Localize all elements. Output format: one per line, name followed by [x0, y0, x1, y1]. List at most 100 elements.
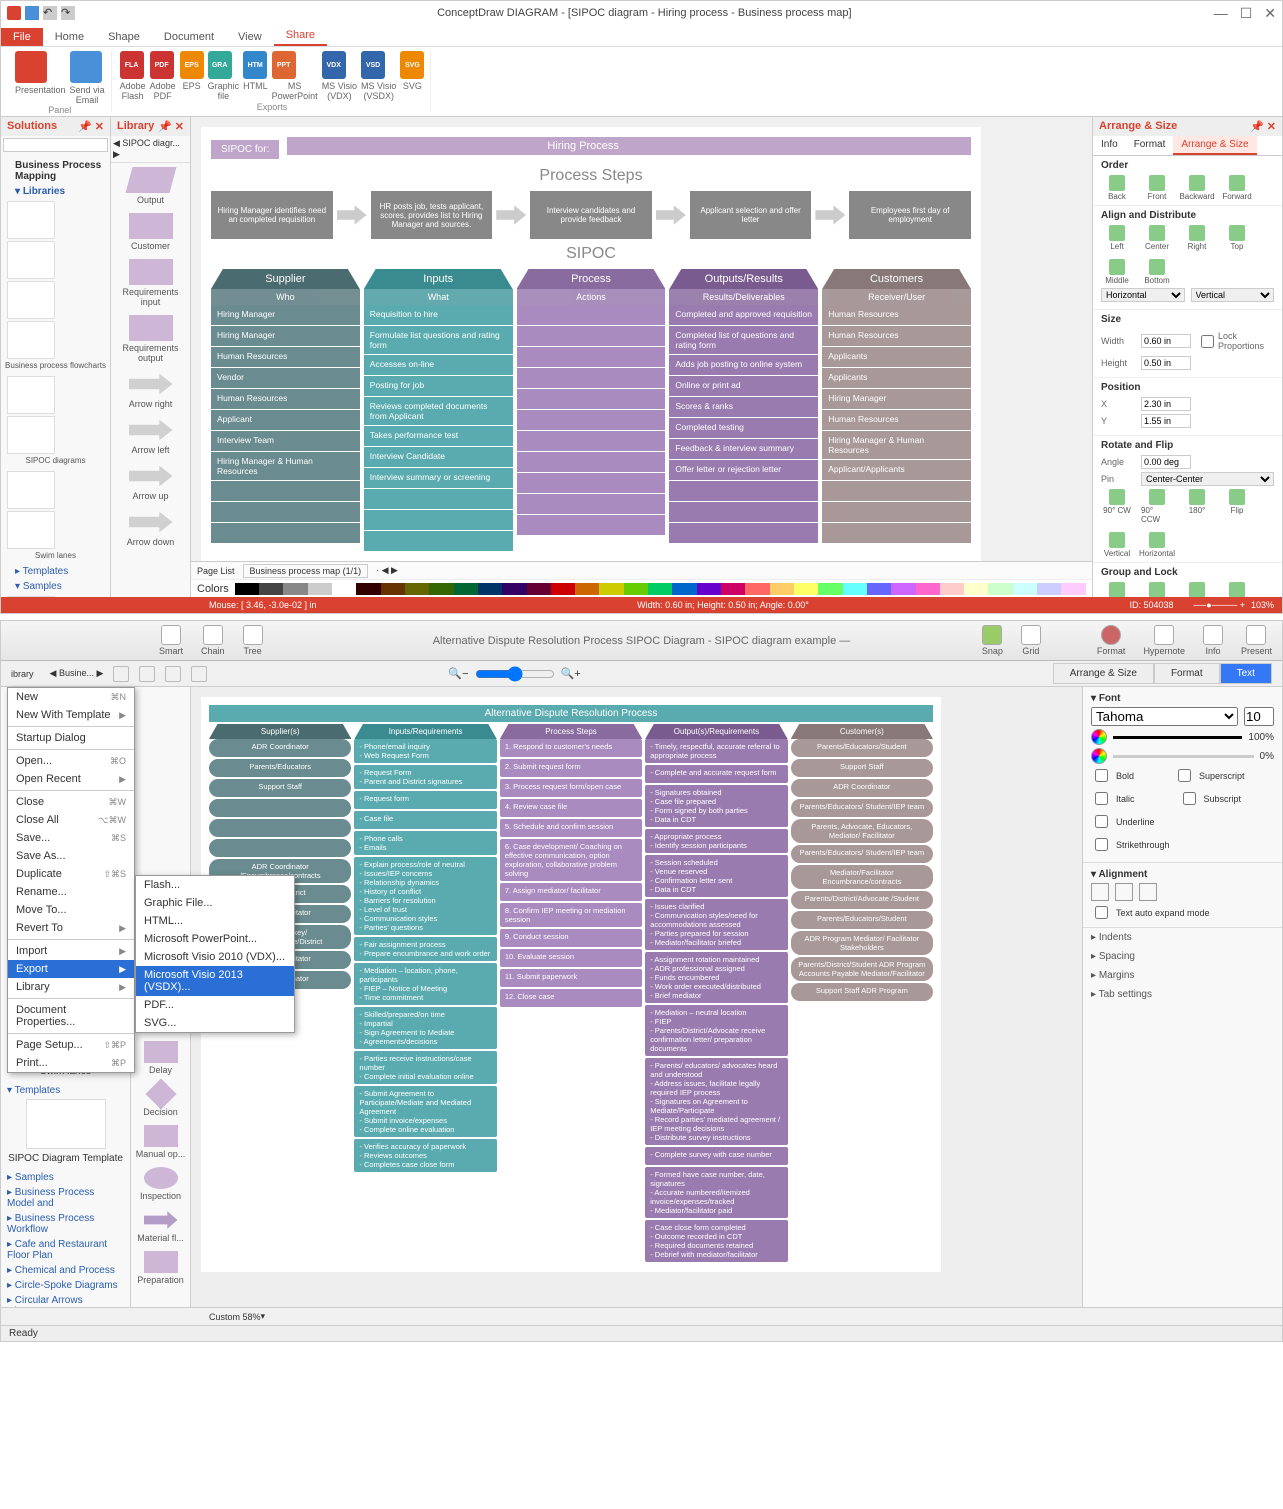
sipoc-cell[interactable]: Hiring Manager [822, 389, 971, 409]
zoom-out-icon[interactable]: 🔍− [448, 667, 468, 680]
adr-cell[interactable]: - Appropriate process - Identify session… [645, 829, 787, 853]
thumb-label-sipoc[interactable]: SIPOC diagrams [5, 456, 106, 465]
adr-cell[interactable]: ADR Program Mediator/ Facilitator Stakeh… [791, 931, 933, 955]
adr-cell[interactable]: - Phone calls - Emails [354, 831, 496, 855]
tab-format[interactable]: Format [1154, 663, 1220, 684]
insp-spacing[interactable]: Spacing [1083, 947, 1282, 966]
vertical-button[interactable]: Vertical [1101, 532, 1133, 558]
sipoc-cell[interactable]: Human Resources [822, 410, 971, 430]
save-icon[interactable] [25, 6, 39, 20]
color-swatch[interactable] [624, 583, 648, 595]
status-zoom-slider[interactable]: ──●──── + [1194, 600, 1245, 610]
adr-cell[interactable]: 2. Submit request form [500, 759, 642, 777]
thumb-label-bpf[interactable]: Business process flowcharts [5, 361, 106, 370]
color-swatch[interactable] [940, 583, 964, 595]
color-swatch[interactable] [697, 583, 721, 595]
sipoc-cell[interactable]: Scores & ranks [669, 397, 818, 417]
back-button[interactable]: Back [1101, 175, 1133, 201]
tab-format[interactable]: Format [1126, 136, 1174, 155]
tool-chain[interactable]: Chain [201, 625, 225, 656]
adr-cell[interactable]: - Signatures obtained - Case file prepar… [645, 785, 787, 827]
color-swatch[interactable] [599, 583, 623, 595]
menu-item-startupdialog[interactable]: Startup Dialog [8, 729, 134, 747]
export-item[interactable]: Microsoft PowerPoint... [136, 930, 294, 948]
tab-home[interactable]: Home [43, 28, 96, 46]
minimize-icon[interactable]: — [1214, 5, 1228, 22]
strike-checkbox[interactable]: Strikethrough [1091, 836, 1274, 853]
lock-proportions[interactable]: Lock Proportions [1197, 329, 1231, 353]
adr-cell[interactable]: ADR Coordinator [791, 779, 933, 797]
sol-samples[interactable]: ▸ Samples [1, 1170, 130, 1185]
lock-button[interactable]: Lock [1221, 582, 1253, 597]
group-button[interactable]: Group [1101, 582, 1133, 597]
adr-cell[interactable]: Support Staff ADR Program [791, 983, 933, 1001]
sipoc-cell[interactable]: Hiring Manager [211, 305, 360, 325]
adr-cell[interactable]: 11. Submit paperwork [500, 969, 642, 987]
menu-item-close[interactable]: Close⌘W [8, 793, 134, 811]
adr-cell[interactable]: Parents/Educators [209, 759, 351, 777]
mac-canvas[interactable]: Alternative Dispute Resolution Process S… [191, 687, 1082, 1307]
adr-cell[interactable] [209, 839, 351, 857]
sipoc-cell[interactable]: Applicants [822, 368, 971, 388]
thumb-label-swim[interactable]: Swim lanes [5, 551, 106, 560]
process-step[interactable]: HR posts job, tests applicant, scores, p… [371, 191, 493, 239]
adr-cell[interactable]: Parents, Advocate, Educators, Mediator/ … [791, 819, 933, 843]
tool-tree[interactable]: Tree [243, 625, 263, 656]
front-button[interactable]: Front [1141, 175, 1173, 201]
eps-export-button[interactable]: EPSEPS [180, 51, 204, 101]
adr-cell[interactable]: 12. Close case [500, 989, 642, 1007]
tool-format[interactable]: Format [1097, 625, 1126, 656]
pdf-export-button[interactable]: PDFAdobe PDF [150, 51, 176, 101]
tree-bpm[interactable]: Business Process Mapping [5, 158, 106, 184]
mac-lib-item[interactable]: Manual op... [131, 1125, 190, 1159]
export-item[interactable]: PDF... [136, 996, 294, 1014]
sipoc-cell[interactable]: Human Resources [822, 305, 971, 325]
sipoc-cell[interactable]: Interview Team [211, 431, 360, 451]
forward-button[interactable]: Forward [1221, 175, 1253, 201]
tool-pen[interactable] [191, 666, 207, 682]
height-input[interactable] [1141, 356, 1191, 370]
library-item[interactable]: Requirements input [115, 259, 186, 307]
adr-cell[interactable]: - Parties receive instructions/case numb… [354, 1051, 496, 1084]
redo-icon[interactable]: ↷ [61, 6, 75, 20]
menu-item-export[interactable]: Export▶ [8, 960, 134, 978]
zoom-in-icon[interactable]: 🔍+ [561, 667, 581, 680]
library-item[interactable]: Requirements output [115, 315, 186, 363]
menu-item-save[interactable]: Save...⌘S [8, 829, 134, 847]
library-item[interactable]: Customer [115, 213, 186, 251]
thumb[interactable] [7, 201, 55, 239]
adr-cell[interactable] [209, 799, 351, 817]
x-input[interactable] [1141, 397, 1191, 411]
adr-cell[interactable]: - Assignment rotation maintained - ADR p… [645, 952, 787, 1003]
sipoc-cell[interactable]: Completed and approved requisition [669, 305, 818, 325]
thumb[interactable] [7, 416, 55, 454]
adr-cell[interactable] [209, 819, 351, 837]
tool-info[interactable]: Info [1203, 625, 1223, 656]
adr-cell[interactable]: 3. Process request form/open case [500, 779, 642, 797]
adr-cell[interactable]: - Complete survey with case number [645, 1147, 787, 1165]
sipoc-cell[interactable]: Posting for job [364, 376, 513, 396]
zoom-dropdown[interactable]: Custom 58% [209, 1312, 261, 1322]
solution-link[interactable]: ▸ Circular Arrows Diagrams [1, 1293, 130, 1307]
tool-hypernote[interactable]: Hypernote [1143, 625, 1185, 656]
tree-samples[interactable]: ▾ Samples [5, 579, 106, 594]
page-nav[interactable]: · ◀ ▶ [376, 565, 398, 576]
export-item[interactable]: HTML... [136, 912, 294, 930]
library-item[interactable]: Arrow right [115, 371, 186, 409]
menu-item-new[interactable]: New⌘N [8, 688, 134, 706]
y-input[interactable] [1141, 414, 1191, 428]
color-swatch[interactable] [745, 583, 769, 595]
horiz-select[interactable]: Horizontal [1101, 288, 1185, 302]
solution-link[interactable]: ▸ Business Process Workflow [1, 1211, 130, 1237]
sipoc-cell[interactable]: Applicant [211, 410, 360, 430]
menu-item-openrecent[interactable]: Open Recent▶ [8, 770, 134, 788]
color-swatch[interactable] [429, 583, 453, 595]
thumb[interactable] [7, 281, 55, 319]
color-swatch[interactable] [988, 583, 1012, 595]
tree-templates[interactable]: ▸ Templates [5, 564, 106, 579]
tab-arrange-size[interactable]: Arrange & Size [1053, 663, 1154, 684]
adr-cell[interactable]: - Fair assignment process - Prepare encu… [354, 937, 496, 961]
color-swatch[interactable] [235, 583, 259, 595]
adr-cell[interactable]: Parents/District/Student ADR Program Acc… [791, 957, 933, 981]
sipoc-cell[interactable]: Applicant/Applicants [822, 460, 971, 480]
